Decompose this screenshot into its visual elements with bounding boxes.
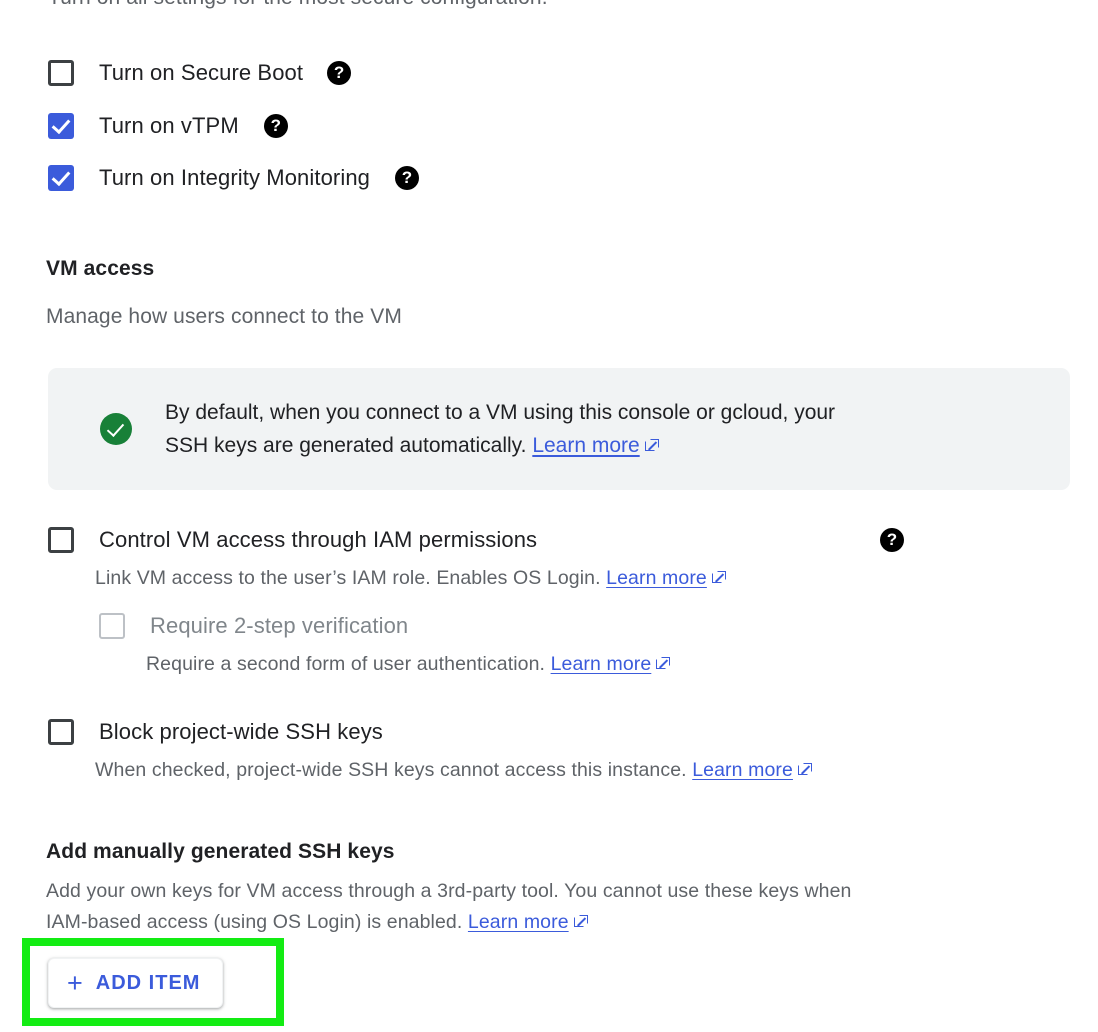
checkbox-vtpm[interactable]: [48, 113, 74, 139]
help-icon-iam-access[interactable]: ?: [880, 528, 904, 552]
checkbox-secure-boot[interactable]: [48, 60, 74, 86]
section-title-vm-access: VM access: [46, 257, 155, 280]
plus-icon: +: [67, 967, 83, 998]
checkbox-two-step-verification[interactable]: [99, 613, 125, 639]
learn-more-link-default-ssh[interactable]: Learn more: [532, 434, 639, 457]
description-ssh-keys-line2: IAM-based access (using OS Login) is ena…: [46, 911, 463, 933]
external-link-icon: [656, 657, 671, 671]
checkbox-row-block-project-wide-ssh-keys[interactable]: Block project-wide SSH keys: [48, 719, 383, 745]
checkbox-block-project-wide-ssh-keys[interactable]: [48, 719, 74, 745]
external-link-icon: [797, 763, 812, 777]
description-block-project-wide-ssh-keys: When checked, project-wide SSH keys cann…: [95, 755, 812, 786]
info-callout: By default, when you connect to a VM usi…: [48, 368, 1070, 490]
checkbox-integrity-monitoring[interactable]: [48, 165, 74, 191]
external-link-icon: [644, 439, 659, 453]
description-block-project-wide-ssh-keys-text: When checked, project-wide SSH keys cann…: [95, 759, 687, 781]
checkbox-row-iam-access[interactable]: Control VM access through IAM permission…: [48, 527, 537, 553]
add-item-button-label: ADD ITEM: [95, 971, 201, 994]
description-iam-access-text: Link VM access to the user’s IAM role. E…: [95, 567, 601, 589]
learn-more-link-block-project-wide-ssh-keys[interactable]: Learn more: [692, 759, 793, 781]
learn-more-link-iam-access[interactable]: Learn more: [606, 567, 707, 589]
help-icon-secure-boot[interactable]: ?: [327, 61, 352, 85]
external-link-icon: [573, 915, 588, 929]
checkbox-iam-access[interactable]: [48, 527, 74, 553]
learn-more-link-two-step-verification[interactable]: Learn more: [551, 653, 652, 675]
info-callout-line1: By default, when you connect to a VM usi…: [165, 401, 836, 424]
description-iam-access: Link VM access to the user’s IAM role. E…: [95, 563, 726, 594]
info-callout-text: By default, when you connect to a VM usi…: [165, 396, 835, 462]
checkbox-row-secure-boot[interactable]: Turn on Secure Boot ?: [48, 60, 352, 86]
checkbox-label-integrity-monitoring: Turn on Integrity Monitoring: [99, 165, 370, 190]
description-ssh-keys-line1: Add your own keys for VM access through …: [46, 880, 852, 902]
intro-text: Turn on all settings for the most secure…: [48, 0, 548, 10]
external-link-icon: [711, 571, 726, 585]
checkbox-row-integrity-monitoring[interactable]: Turn on Integrity Monitoring ?: [48, 165, 419, 191]
help-icon-vtpm[interactable]: ?: [263, 114, 288, 138]
checkbox-row-vtpm[interactable]: Turn on vTPM ?: [48, 113, 288, 139]
description-two-step-verification: Require a second form of user authentica…: [146, 649, 671, 680]
vm-settings-page: Turn on all settings for the most secure…: [0, 0, 1098, 1032]
description-two-step-verification-text: Require a second form of user authentica…: [146, 653, 546, 675]
learn-more-link-ssh-keys[interactable]: Learn more: [468, 911, 569, 933]
checkbox-label-two-step-verification: Require 2-step verification: [150, 613, 409, 638]
check-circle-icon: [100, 413, 132, 445]
checkbox-row-two-step-verification[interactable]: Require 2-step verification: [99, 613, 408, 639]
section-title-ssh-keys: Add manually generated SSH keys: [46, 840, 395, 863]
checkbox-label-secure-boot: Turn on Secure Boot: [99, 60, 304, 85]
checkbox-label-vtpm: Turn on vTPM: [99, 113, 239, 138]
section-subtitle-vm-access: Manage how users connect to the VM: [46, 305, 402, 328]
checkbox-label-block-project-wide-ssh-keys: Block project-wide SSH keys: [99, 719, 383, 744]
checkbox-label-iam-access: Control VM access through IAM permission…: [99, 527, 538, 552]
description-ssh-keys: Add your own keys for VM access through …: [46, 876, 1056, 938]
info-callout-line2: SSH keys are generated automatically.: [165, 434, 527, 457]
add-item-button[interactable]: + ADD ITEM: [48, 958, 224, 1008]
help-icon-integrity-monitoring[interactable]: ?: [395, 166, 419, 190]
